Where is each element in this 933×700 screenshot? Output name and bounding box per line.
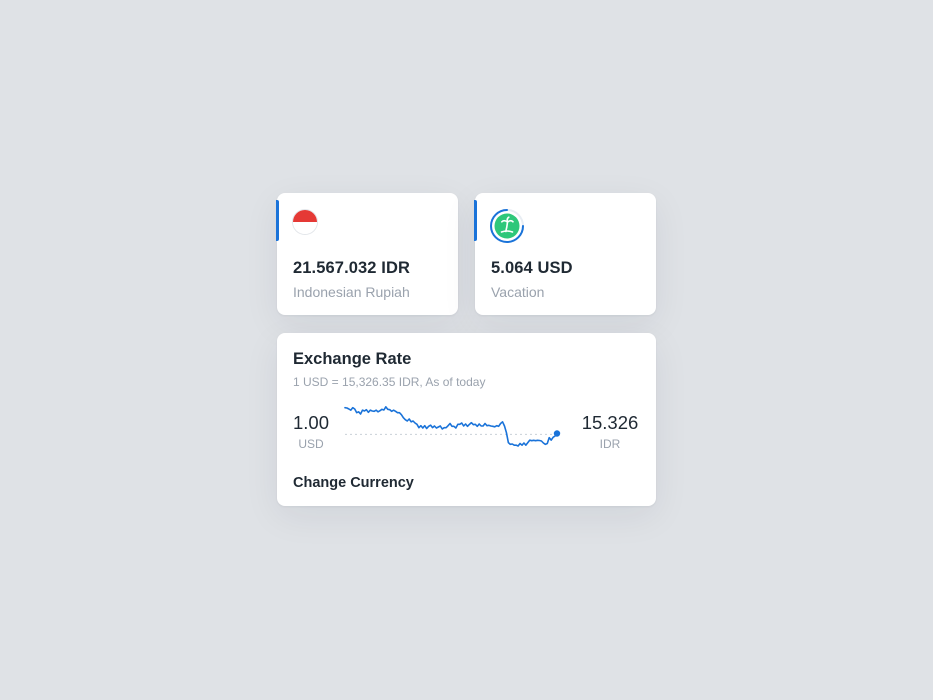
stage: 21.567.032 IDR Indonesian Rupiah 5.064 U…: [0, 0, 933, 700]
exchange-rate-card: Exchange Rate 1 USD = 15,326.35 IDR, As …: [277, 333, 656, 506]
palm-tree-icon: [490, 209, 524, 243]
chart-series-line: [344, 406, 558, 447]
balance-amount: 21.567.032 IDR: [293, 259, 410, 277]
currency-name: Indonesian Rupiah: [293, 284, 410, 300]
idr-balance-card[interactable]: 21.567.032 IDR Indonesian Rupiah: [276, 193, 458, 315]
change-currency-button[interactable]: Change Currency: [293, 475, 414, 491]
indonesia-flag-icon: [293, 210, 317, 234]
exchange-rate-title: Exchange Rate: [293, 350, 412, 368]
exchange-rate-subtitle: 1 USD = 15,326.35 IDR, As of today: [293, 375, 486, 389]
goal-name: Vacation: [491, 284, 545, 300]
chart-current-point: [553, 430, 561, 437]
selected-indicator: [474, 200, 477, 241]
from-currency-code: USD: [298, 437, 324, 451]
from-currency: 1.00 USD: [281, 412, 341, 451]
from-amount: 1.00: [292, 412, 329, 433]
to-currency: 15.326 IDR: [580, 412, 640, 451]
to-currency-code: IDR: [599, 437, 621, 451]
selected-indicator: [276, 200, 279, 241]
exchange-rate-chart: [344, 406, 561, 447]
vacation-goal-card[interactable]: 5.064 USD Vacation: [474, 193, 656, 315]
goal-amount: 5.064 USD: [491, 259, 573, 277]
to-amount: 15.326: [581, 412, 639, 433]
